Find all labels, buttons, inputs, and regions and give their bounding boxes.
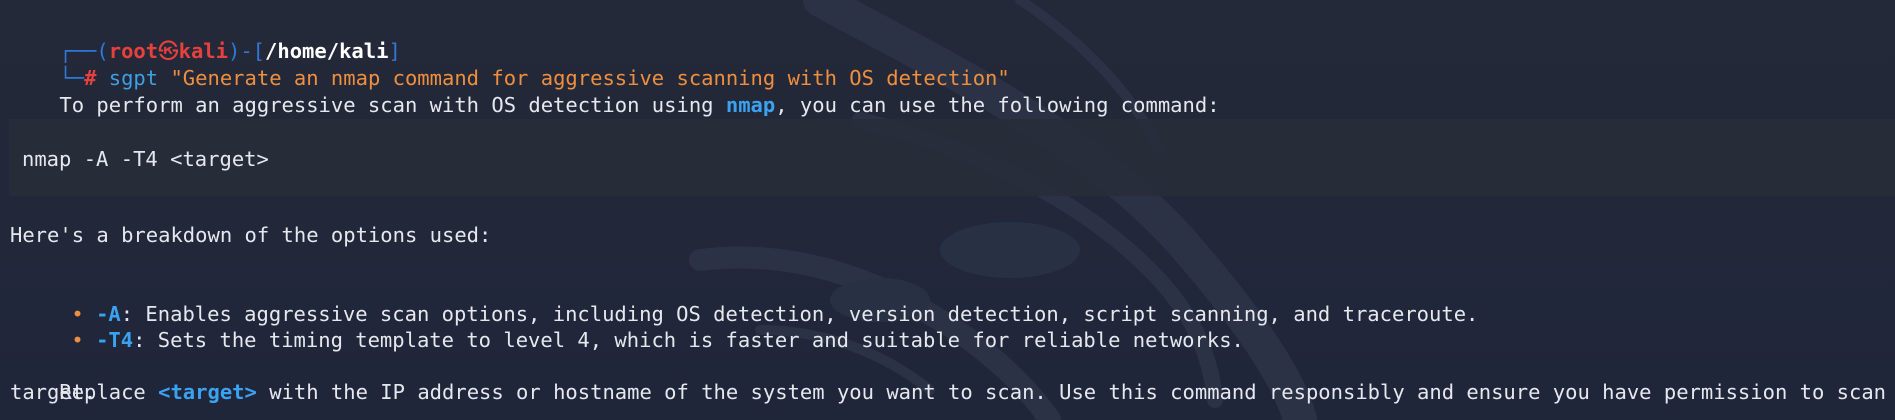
replace-text-after: with the IP address or hostname of the s… — [256, 380, 1895, 404]
intro-text-before: To perform an aggressive scan with OS de… — [59, 93, 726, 117]
command-line[interactable]: └─# sgpt "Generate an nmap command for a… — [10, 39, 1009, 90]
bullet-icon: • — [71, 328, 84, 352]
code-block-background — [9, 119, 1895, 196]
list-item: • -T4: Sets the timing template to level… — [22, 301, 1244, 352]
replace-note-line-1: Replace <target> with the IP address or … — [10, 353, 1895, 404]
breakdown-heading: Here's a breakdown of the options used: — [10, 223, 492, 247]
prompt-header-line: ┌──(root㉿kali)-[/home/kali] — [10, 12, 400, 63]
list-item: • -A: Enables aggressive scan options, i… — [22, 275, 1478, 326]
replace-highlight: <target> — [158, 380, 257, 404]
intro-text-after: , you can use the following command: — [775, 93, 1220, 117]
option-description: : Sets the timing template to level 4, w… — [133, 328, 1244, 352]
option-flag: -T4 — [96, 328, 134, 352]
replace-note-line-2: target. — [10, 380, 97, 404]
output-intro: To perform an aggressive scan with OS de… — [10, 66, 1219, 117]
terminal-window[interactable]: ┌──(root㉿kali)-[/home/kali] └─# sgpt "Ge… — [0, 0, 1895, 420]
code-snippet: nmap -A -T4 <target> — [22, 147, 269, 171]
intro-highlight: nmap — [725, 93, 776, 117]
